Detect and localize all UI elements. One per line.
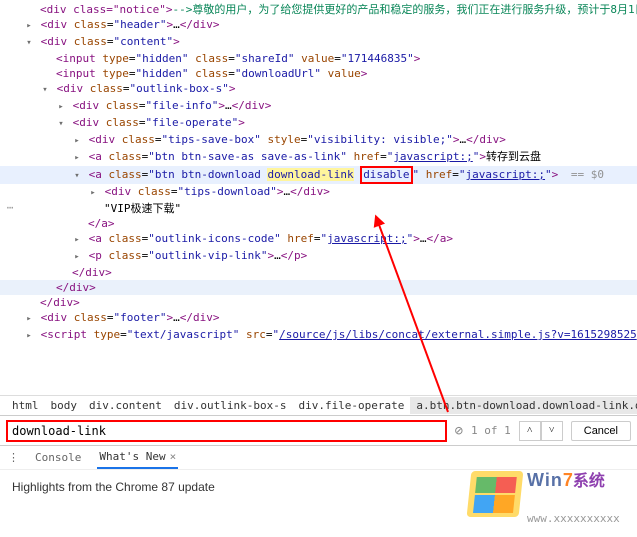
node-script[interactable]: ▸ <script type="text/javascript" src="/s… <box>0 327 637 344</box>
brand-prefix: Win <box>527 470 563 490</box>
node-downloadurl[interactable]: <input type="hidden" class="downloadUrl"… <box>0 66 637 81</box>
watermark-logo: Win7系统 www.xxxxxxxxxx <box>469 465 629 525</box>
node-download-link-selected[interactable]: ▾ <a class="btn btn-download download-li… <box>0 166 637 184</box>
expand-arrow-icon[interactable]: ▸ <box>72 151 82 166</box>
node-shareid[interactable]: <input type="hidden" class="shareId" val… <box>0 51 637 66</box>
comment-node: <div class="notice">-->尊敬的用户，为了给您提供更好的产品… <box>0 2 637 17</box>
tab-console[interactable]: Console <box>33 447 83 468</box>
collapse-arrow-icon[interactable]: ▾ <box>72 169 82 184</box>
node-close-div3[interactable]: </div> <box>0 280 637 295</box>
find-input[interactable] <box>6 420 447 442</box>
node-close-a[interactable]: </a> <box>0 216 637 231</box>
selected-hint: == $0 <box>565 168 604 181</box>
expand-arrow-icon[interactable]: ▸ <box>72 134 82 149</box>
windows-flag-icon <box>467 471 524 517</box>
expand-arrow-icon[interactable]: ▸ <box>88 186 98 201</box>
brand-url: www.xxxxxxxxxx <box>527 512 620 525</box>
find-count: 1 of 1 <box>471 424 511 437</box>
node-header[interactable]: ▸ <div class="header">…</div> <box>0 17 637 34</box>
find-cancel-button[interactable]: Cancel <box>571 421 631 441</box>
node-icons-code[interactable]: ▸ <a class="outlink-icons-code" href="ja… <box>0 231 637 248</box>
comment-text: -->尊敬的用户，为了给您提供更好的产品和稳定的服务，我们正在进行服务升级，预计… <box>172 3 637 16</box>
collapse-arrow-icon[interactable]: ▾ <box>40 83 50 98</box>
tab-whatsnew[interactable]: What's New× <box>97 446 178 469</box>
elements-tree[interactable]: <div class="notice">-->尊敬的用户，为了给您提供更好的产品… <box>0 0 637 395</box>
brand-num: 7 <box>563 470 573 490</box>
expand-arrow-icon[interactable]: ▸ <box>72 233 82 248</box>
breadcrumb[interactable]: html body div.content div.outlink-box-s … <box>0 395 637 415</box>
red-box-disable: disable <box>360 166 412 184</box>
expand-arrow-icon[interactable]: ▸ <box>24 19 34 34</box>
node-close-div2[interactable]: </div> <box>0 295 637 310</box>
brand-zh: 系统 <box>573 473 605 490</box>
chevron-down-icon: ˅ <box>549 425 555 436</box>
close-icon[interactable]: × <box>170 450 177 463</box>
node-file-info[interactable]: ▸ <div class="file-info">…</div> <box>0 98 637 115</box>
crumb-active[interactable]: a.btn.btn-download.download-link.disable <box>410 397 637 414</box>
clear-icon[interactable]: ⊘ <box>455 423 463 439</box>
crumb-body[interactable]: body <box>45 397 84 414</box>
expand-arrow-icon[interactable]: ▸ <box>72 250 82 265</box>
gutter-dots-icon: ⋯ <box>1 201 19 214</box>
find-prev-button[interactable]: ˄ <box>519 421 541 441</box>
expand-arrow-icon[interactable]: ▸ <box>56 100 66 115</box>
find-bar: ⊘ 1 of 1 ˄ ˅ Cancel <box>0 415 637 445</box>
expand-arrow-icon[interactable]: ▸ <box>24 329 34 344</box>
crumb-html[interactable]: html <box>6 397 45 414</box>
node-save-link[interactable]: ▸ <a class="btn btn-save-as save-as-link… <box>0 149 637 166</box>
crumb-file-operate[interactable]: div.file-operate <box>292 397 410 414</box>
chevron-up-icon: ˄ <box>527 425 533 436</box>
node-content[interactable]: ▾ <div class="content"> <box>0 34 637 51</box>
node-outlink-box[interactable]: ▾ <div class="outlink-box-s"> <box>0 81 637 98</box>
node-file-operate[interactable]: ▾ <div class="file-operate"> <box>0 115 637 132</box>
find-next-button[interactable]: ˅ <box>541 421 563 441</box>
node-vip-link[interactable]: ▸ <p class="outlink-vip-link">…</p> <box>0 248 637 265</box>
collapse-arrow-icon[interactable]: ▾ <box>56 117 66 132</box>
node-tips-download[interactable]: ▸ <div class="tips-download">…</div> <box>0 184 637 201</box>
node-tips-save[interactable]: ▸ <div class="tips-save-box" style="visi… <box>0 132 637 149</box>
node-footer[interactable]: ▸ <div class="footer">…</div> <box>0 310 637 327</box>
node-close-div4[interactable]: </div> <box>0 265 637 280</box>
collapse-arrow-icon[interactable]: ▾ <box>24 36 34 51</box>
node-vip-text[interactable]: "VIP极速下载" <box>0 201 637 216</box>
expand-arrow-icon[interactable]: ▸ <box>24 312 34 327</box>
crumb-content[interactable]: div.content <box>83 397 168 414</box>
crumb-outlink[interactable]: div.outlink-box-s <box>168 397 293 414</box>
drawer-menu-icon[interactable]: ⋮ <box>8 451 19 464</box>
